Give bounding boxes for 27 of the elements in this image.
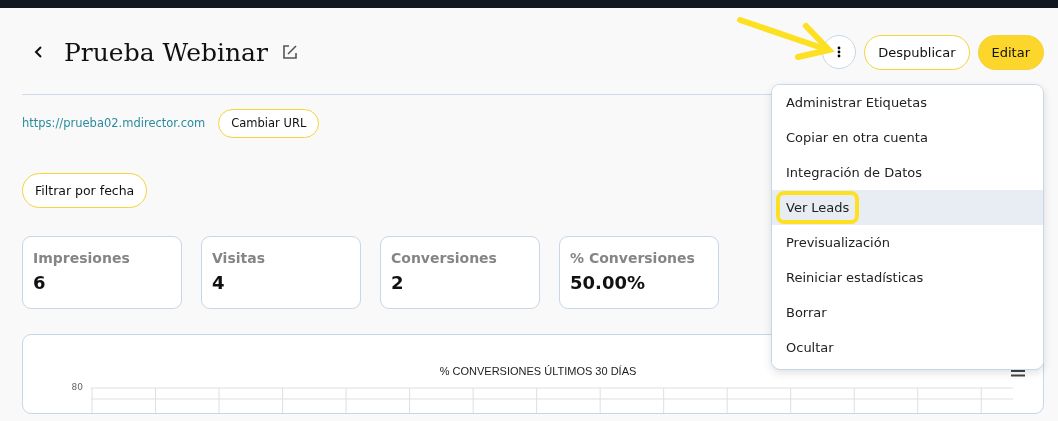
stat-value: 2	[391, 272, 405, 293]
edit-button[interactable]: Editar	[977, 34, 1044, 70]
menu-item[interactable]: Administrar Etiquetas	[772, 85, 1043, 120]
menu-item[interactable]: Integración de Datos	[772, 155, 1043, 190]
menu-item[interactable]: Ver Leads	[772, 190, 1043, 225]
url-link[interactable]: https://prueba02.mdirector.com	[22, 116, 206, 130]
menu-item[interactable]: Previsualización	[772, 225, 1043, 260]
back-icon[interactable]	[34, 45, 44, 59]
stat-label: Conversiones	[391, 250, 498, 266]
stat-label: Visitas	[212, 250, 266, 266]
menu-item[interactable]: Borrar	[772, 295, 1043, 330]
menu-item[interactable]: Reiniciar estadísticas	[772, 260, 1043, 295]
date-filter-button[interactable]: Filtrar por fecha	[22, 173, 148, 208]
stat-label: Impresiones	[33, 250, 131, 266]
stat-value: 6	[33, 272, 47, 293]
unpublish-button[interactable]: Despublicar	[864, 34, 970, 70]
page-title: Prueba Webinar	[64, 37, 268, 67]
stat-value: 50.00%	[570, 272, 646, 293]
menu-item[interactable]: Ocultar	[772, 330, 1043, 365]
stat-label: % Conversiones	[570, 250, 696, 266]
chart-title: % CONVERSIONES ÚLTIMOS 30 DÍAS	[439, 365, 637, 377]
more-icon	[837, 46, 842, 58]
y-axis-label: 80	[70, 382, 83, 392]
edit-icon[interactable]	[281, 44, 298, 60]
stat-value: 4	[212, 272, 226, 293]
change-url-button[interactable]: Cambiar URL	[218, 108, 320, 138]
menu-item[interactable]: Copiar en otra cuenta	[772, 120, 1043, 155]
